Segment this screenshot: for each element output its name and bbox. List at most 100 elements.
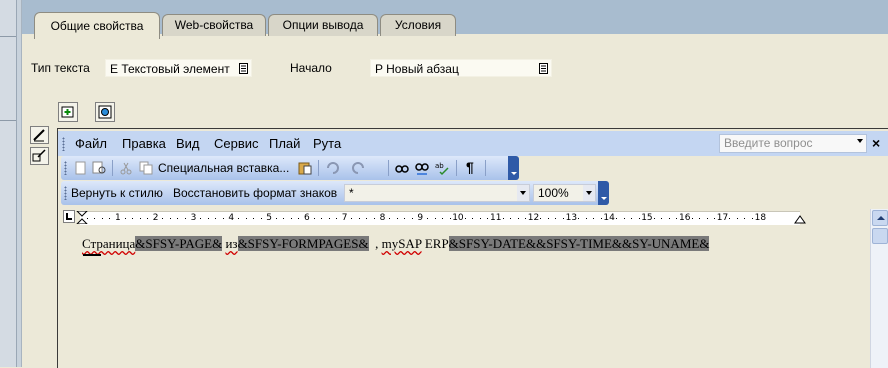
- value-help-icon[interactable]: [539, 63, 548, 74]
- start-label: Начало: [290, 61, 332, 75]
- ruler-number: 4: [228, 213, 235, 223]
- paste-icon[interactable]: [297, 160, 313, 176]
- restore-format-button[interactable]: Восстановить формат знаков: [173, 186, 337, 200]
- chevron-down-icon[interactable]: [583, 185, 595, 201]
- graphical-editor-button[interactable]: [95, 102, 115, 122]
- left-frame: [0, 0, 17, 367]
- tab-general-properties[interactable]: Общие свойства: [34, 12, 160, 39]
- text-run[interactable]: mySAP: [382, 236, 422, 251]
- toolbar-grip[interactable]: [64, 161, 67, 175]
- toolbar-options-button[interactable]: [508, 156, 519, 180]
- redo-icon[interactable]: [351, 160, 367, 176]
- zoom-select[interactable]: 100%: [533, 184, 596, 202]
- ruler-number: 9: [417, 213, 424, 223]
- print-icon[interactable]: [91, 160, 107, 176]
- menu-bar: Файл Правка Вид Сервис Плай Рута Введите…: [58, 131, 888, 156]
- ruler-tick: [207, 218, 209, 219]
- field-placeholder[interactable]: &SFSY-FORMPAGES&: [237, 236, 369, 251]
- tab-conditions[interactable]: Условия: [380, 14, 456, 36]
- ruler-tick: [358, 218, 360, 219]
- spelling-icon[interactable]: ab: [434, 160, 450, 176]
- ruler-tick: [147, 218, 149, 219]
- ruler-tick: [510, 218, 512, 219]
- ruler-tick: [525, 218, 527, 219]
- ruler-tick: [389, 218, 391, 219]
- ruler-tick: [464, 218, 466, 219]
- menu-ruta[interactable]: Рута: [313, 136, 341, 151]
- ruler-tick: [94, 218, 96, 219]
- chevron-down-icon[interactable]: [517, 185, 529, 201]
- scroll-thumb[interactable]: [872, 228, 888, 244]
- ruler-tick: [253, 218, 255, 219]
- horizontal-ruler[interactable]: 1 2 3 4 5 6 7 8 9 10 11 12 13 14 15 16 17 18: [76, 211, 806, 225]
- field-placeholder[interactable]: &SFSY-PAGE&: [135, 236, 223, 251]
- toolbar-separator: [388, 160, 389, 176]
- text-run[interactable]: ,: [369, 236, 382, 251]
- edit-text-button[interactable]: [30, 126, 49, 144]
- field-placeholder[interactable]: &SFSY-DATE&&SFSY-TIME&&SY-UNAME&: [448, 236, 710, 251]
- ruler-tick: [479, 218, 481, 219]
- toolbar-options-button[interactable]: [598, 181, 609, 205]
- ask-question-input[interactable]: Введите вопрос: [719, 134, 867, 153]
- undo-icon[interactable]: [324, 160, 340, 176]
- frame-divider: [0, 120, 16, 121]
- menu-plai[interactable]: Плай: [269, 136, 300, 151]
- ruler-tick: [404, 218, 406, 219]
- text-run[interactable]: из: [225, 236, 237, 251]
- text-run[interactable]: ERP: [422, 236, 449, 251]
- ruler-number: 11: [490, 213, 502, 223]
- ruler-tick: [578, 218, 580, 219]
- start-field[interactable]: P Новый абзац: [370, 59, 552, 77]
- document-area[interactable]: Страница&SFSY-PAGE& из&SFSY-FORMPAGES& ,…: [58, 227, 870, 368]
- text-type-field[interactable]: E Текстовый элемент: [105, 59, 252, 77]
- ruler-tick: [585, 218, 587, 219]
- close-icon[interactable]: ×: [872, 135, 880, 151]
- ruler-tick: [328, 218, 330, 219]
- ruler-tick: [109, 218, 111, 219]
- ruler-row: 1 2 3 4 5 6 7 8 9 10 11 12 13 14 15 16 17 18: [58, 209, 870, 227]
- replace-icon[interactable]: [414, 160, 430, 176]
- chevron-down-icon[interactable]: [857, 139, 863, 143]
- print-preview-icon[interactable]: [73, 160, 89, 176]
- ruler-tick: [540, 218, 542, 219]
- tab-web-properties[interactable]: Web-свойства: [162, 14, 266, 36]
- text-module-button[interactable]: [30, 147, 49, 165]
- ruler-number: 18: [754, 213, 767, 223]
- right-indent-marker-icon[interactable]: [794, 214, 806, 224]
- ruler-tick: [600, 218, 602, 219]
- insert-field-button[interactable]: [58, 102, 78, 122]
- vertical-scrollbar[interactable]: [870, 209, 888, 368]
- ruler-tick: [547, 218, 549, 219]
- revert-style-button[interactable]: Вернуть к стилю: [71, 186, 163, 200]
- word-editor: Файл Правка Вид Сервис Плай Рута Введите…: [57, 128, 888, 368]
- toolbar-separator: [112, 160, 113, 176]
- value-help-icon[interactable]: [239, 63, 248, 74]
- menu-tools[interactable]: Сервис: [214, 136, 259, 151]
- scroll-up-button[interactable]: [872, 210, 888, 226]
- ruler-tick: [275, 218, 277, 219]
- text-cursor: [83, 254, 101, 256]
- show-formatting-button[interactable]: ¶: [466, 159, 474, 175]
- find-icon[interactable]: [394, 160, 410, 176]
- toolbar-grip[interactable]: [64, 186, 67, 200]
- tab-selector[interactable]: [63, 210, 75, 223]
- ruler-number: 15: [641, 213, 653, 223]
- menu-edit[interactable]: Правка: [122, 136, 166, 151]
- ruler-number: 16: [679, 213, 691, 223]
- menu-file[interactable]: Файл: [75, 136, 107, 151]
- formatting-toolbar: Вернуть к стилю Восстановить формат знак…: [61, 181, 609, 205]
- ruler-tick: [374, 218, 376, 219]
- ruler-number: 6: [304, 213, 310, 223]
- ruler-tick: [237, 218, 239, 219]
- menubar-grip[interactable]: [62, 137, 65, 151]
- menu-view[interactable]: Вид: [176, 136, 200, 151]
- ruler-tick: [623, 218, 625, 219]
- ruler-tick: [593, 218, 595, 219]
- text-run[interactable]: Страница: [82, 236, 135, 251]
- style-select[interactable]: *: [344, 184, 530, 202]
- copy-icon[interactable]: [138, 160, 154, 176]
- tab-output-options[interactable]: Опции вывода: [268, 14, 378, 36]
- document-text-line[interactable]: Страница&SFSY-PAGE& из&SFSY-FORMPAGES& ,…: [82, 236, 710, 252]
- cut-icon[interactable]: [118, 160, 134, 176]
- paste-special-button[interactable]: Специальная вставка...: [158, 161, 289, 175]
